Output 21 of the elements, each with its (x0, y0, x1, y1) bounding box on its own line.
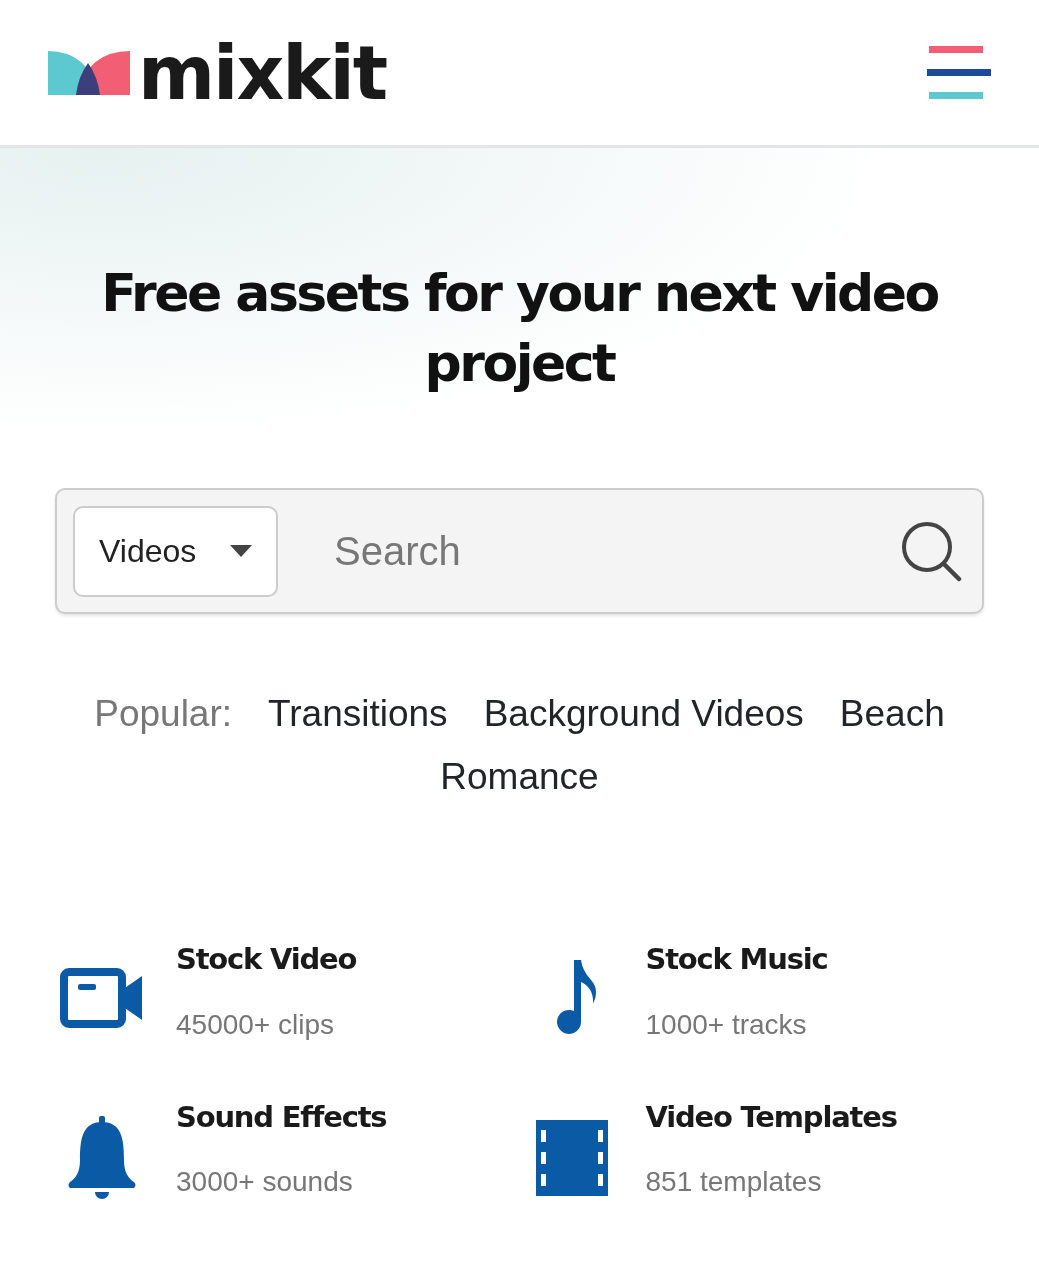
hero-title: Free assets for your next video project (100, 262, 939, 396)
search-bar[interactable]: Videos Search (55, 488, 984, 615)
popular-tag-link[interactable]: Background Videos (483, 682, 804, 746)
menu-icon[interactable] (927, 45, 991, 100)
asset-count: 3000+ sounds (176, 1165, 354, 1200)
popular-tag-link[interactable]: Transitions (268, 682, 448, 746)
asset-count: 45000+ clips (176, 1007, 335, 1042)
category-title-link[interactable]: Stock Music (645, 938, 828, 982)
caret-icon (230, 545, 252, 558)
category-dropdown[interactable]: Videos (73, 505, 278, 597)
category-title-link[interactable]: Sound Effects (176, 1095, 387, 1140)
search-icon[interactable] (900, 520, 962, 583)
asset-count: 851 templates (645, 1165, 823, 1200)
logo-mark-icon (48, 50, 130, 95)
popular-label: Popular: (94, 692, 233, 737)
logo-text[interactable]: mixkit (138, 35, 387, 110)
category-title-link[interactable]: Stock Video (176, 938, 357, 982)
popular-tag-link[interactable]: Beach (839, 682, 945, 746)
asset-count: 1000+ tracks (645, 1007, 808, 1042)
popular-tag-link[interactable]: Romance (440, 745, 599, 809)
category-title-link[interactable]: Video Templates (645, 1095, 897, 1140)
